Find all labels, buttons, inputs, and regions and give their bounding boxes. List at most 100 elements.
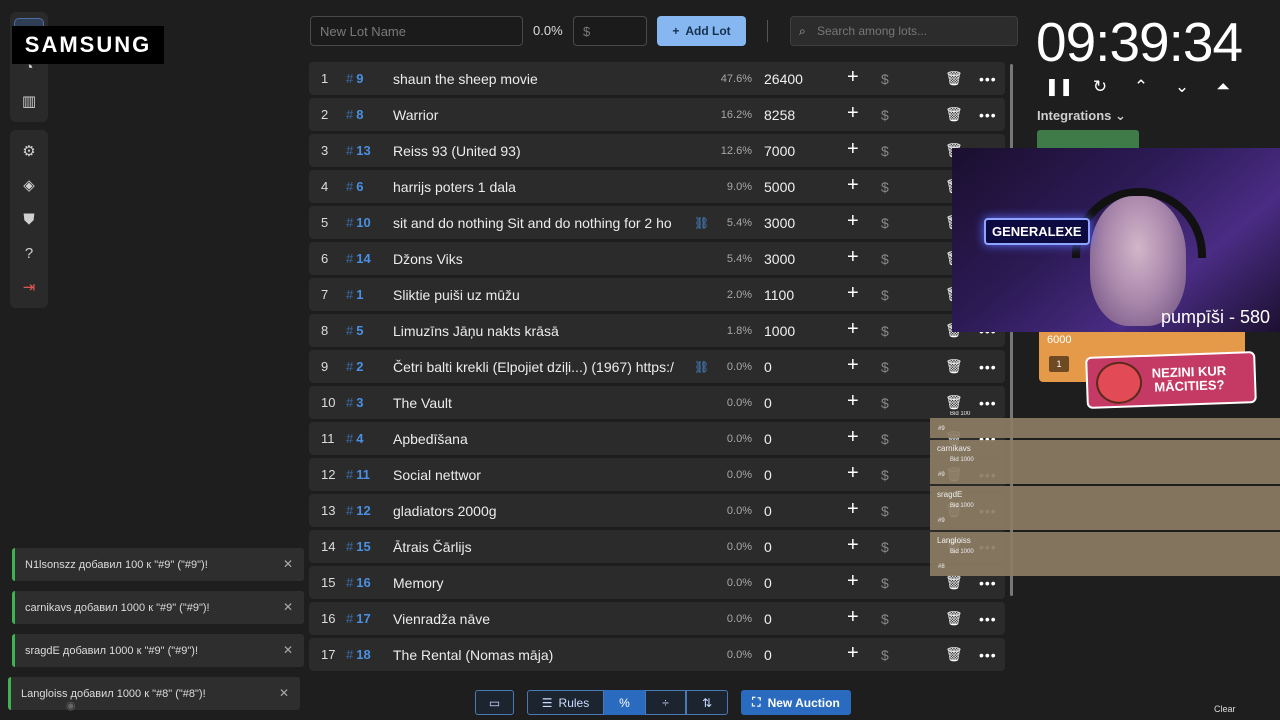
close-icon[interactable]: ✕ (283, 557, 293, 571)
lot-row[interactable]: 13#12gladiators 2000g0.0%0+$🗑••• (309, 494, 1005, 527)
chevron-up-icon[interactable]: ⌃ (1130, 76, 1152, 98)
lot-amount[interactable]: 0 (764, 395, 772, 411)
lot-id[interactable]: #10 (346, 215, 371, 230)
lot-name[interactable]: harrijs poters 1 dala (393, 179, 677, 195)
lot-row[interactable]: 2 #8 Warrior 16.2% 8258 + $ 🗑 ••• (309, 98, 1005, 131)
lot-amount[interactable]: 1000 (764, 323, 795, 339)
percent-toggle-icon[interactable]: % (604, 690, 645, 715)
lot-amount[interactable]: 0 (764, 467, 772, 483)
dollar-icon[interactable]: $ (881, 287, 889, 303)
lot-id[interactable]: #4 (346, 431, 363, 446)
lot-name[interactable]: Ātrais Čārlijs (393, 539, 677, 555)
lot-id[interactable]: #16 (346, 575, 371, 590)
dollar-icon[interactable]: $ (881, 539, 889, 555)
lot-id[interactable]: #12 (346, 503, 371, 518)
trash-icon[interactable]: 🗑 (945, 610, 963, 627)
lot-row[interactable]: 12#11Social nettwor0.0%0+$🗑••• (309, 458, 1005, 491)
lot-amount[interactable]: 0 (764, 539, 772, 555)
lot-amount[interactable]: 0 (764, 359, 772, 375)
lot-amount-input[interactable] (573, 16, 647, 46)
add-lot-button[interactable]: + Add Lot (657, 16, 746, 46)
search-input[interactable] (817, 17, 1013, 45)
close-icon[interactable]: ✕ (283, 643, 293, 657)
dollar-icon[interactable]: $ (881, 467, 889, 483)
chevron-down-icon[interactable]: ⌄ (1171, 76, 1193, 98)
double-chevron-up-icon[interactable]: ⏶ (1212, 76, 1234, 98)
lot-name[interactable]: gladiators 2000g (393, 503, 677, 519)
lot-amount[interactable]: 0 (764, 575, 772, 591)
lot-name[interactable]: Četri balti krekli (Elpojiet dziļi...) (… (393, 359, 677, 375)
lot-id[interactable]: #11 (346, 467, 370, 482)
lot-name[interactable]: sit and do nothing Sit and do nothing fo… (393, 215, 677, 231)
lot-name[interactable]: Social nettwor (393, 467, 677, 483)
lot-row[interactable]: 9 #2 Četri balti krekli (Elpojiet dziļi...… (309, 350, 1005, 383)
add-bid-icon[interactable]: + (847, 390, 859, 413)
save-icon[interactable]: ▭ (475, 690, 514, 715)
more-icon[interactable]: ••• (979, 575, 997, 591)
lot-amount[interactable]: 0 (764, 611, 772, 627)
lot-id[interactable]: #18 (346, 647, 371, 662)
add-bid-icon[interactable]: + (847, 642, 859, 665)
logout-icon[interactable]: ⇥ (14, 272, 44, 302)
lot-id[interactable]: #17 (346, 611, 371, 626)
more-icon[interactable]: ••• (979, 611, 997, 627)
lot-name[interactable]: The Rental (Nomas māja) (393, 647, 677, 663)
add-bid-icon[interactable]: + (847, 426, 859, 449)
dollar-icon[interactable]: $ (881, 215, 889, 231)
lot-name[interactable]: shaun the sheep movie (393, 71, 677, 87)
more-icon[interactable]: ••• (979, 359, 997, 375)
add-bid-icon[interactable]: + (847, 138, 859, 161)
lot-id[interactable]: #9 (346, 71, 363, 86)
close-icon[interactable]: ✕ (283, 600, 293, 614)
more-icon[interactable]: ••• (979, 395, 997, 411)
add-bid-icon[interactable]: + (847, 570, 859, 593)
gear-icon[interactable]: ⚙ (14, 136, 44, 166)
reset-icon[interactable]: ↻ (1089, 76, 1111, 98)
lot-row[interactable]: 16 #17 Vienradža nāve 0.0% 0 + $ 🗑 ••• (309, 602, 1005, 635)
lot-amount[interactable]: 7000 (764, 143, 795, 159)
lot-name[interactable]: Sliktie puiši uz mūžu (393, 287, 677, 303)
integrations-toggle[interactable]: Integrations ⌄ (1037, 108, 1126, 124)
dollar-icon[interactable]: $ (881, 251, 889, 267)
lot-id[interactable]: #3 (346, 395, 363, 410)
dollar-icon[interactable]: $ (881, 107, 889, 123)
lot-row[interactable]: 5 #10 sit and do nothing Sit and do nothin… (309, 206, 1005, 239)
add-bid-icon[interactable]: + (847, 282, 859, 305)
dollar-icon[interactable]: $ (881, 575, 889, 591)
lot-name[interactable]: The Vault (393, 395, 677, 411)
more-icon[interactable]: ••• (979, 71, 997, 87)
add-bid-icon[interactable]: + (847, 318, 859, 341)
layers-icon[interactable]: ◈ (14, 170, 44, 200)
lot-row[interactable]: 6#14Džons Viks5.4%3000+$🗑••• (309, 242, 1005, 275)
lot-amount[interactable]: 5000 (764, 179, 795, 195)
lot-row[interactable]: 8#5Limuzīns Jāņu nakts krāsā1.8%1000+$🗑•… (309, 314, 1005, 347)
add-bid-icon[interactable]: + (847, 498, 859, 521)
lot-id[interactable]: #8 (346, 107, 363, 122)
lot-row[interactable]: 11 #4 Apbedīšana 0.0% 0 + $ 🗑 ••• (309, 422, 1005, 455)
help-icon[interactable]: ? (14, 238, 44, 268)
dollar-icon[interactable]: $ (881, 323, 889, 339)
trash-icon[interactable]: 🗑 (945, 646, 963, 663)
dollar-icon[interactable]: $ (881, 611, 889, 627)
lot-amount[interactable]: 8258 (764, 107, 795, 123)
dollar-icon[interactable]: $ (881, 395, 889, 411)
add-bid-icon[interactable]: + (847, 246, 859, 269)
lot-row[interactable]: 14#15Ātrais Čārlijs0.0%0+$🗑••• (309, 530, 1005, 563)
lot-name[interactable]: Džons Viks (393, 251, 677, 267)
lot-row[interactable]: 1 #9 shaun the sheep movie 47.6% 26400 + $ 🗑 ••• (309, 62, 1005, 95)
lot-row[interactable]: 3#13Reiss 93 (United 93)12.6%7000+$🗑••• (309, 134, 1005, 167)
dollar-icon[interactable]: $ (881, 71, 889, 87)
lot-row[interactable]: 7#1Sliktie puiši uz mūžu2.0%1100+$🗑••• (309, 278, 1005, 311)
lot-name[interactable]: Reiss 93 (United 93) (393, 143, 677, 159)
lot-amount[interactable]: 1100 (764, 287, 794, 303)
dollar-icon[interactable]: $ (881, 179, 889, 195)
add-bid-icon[interactable]: + (847, 462, 859, 485)
lot-amount[interactable]: 0 (764, 503, 772, 519)
more-icon[interactable]: ••• (979, 647, 997, 663)
lot-name[interactable]: Memory (393, 575, 677, 591)
lot-id[interactable]: #13 (346, 143, 371, 158)
add-bid-icon[interactable]: + (847, 354, 859, 377)
trash-icon[interactable]: 🗑 (945, 574, 963, 591)
lot-amount[interactable]: 3000 (764, 251, 795, 267)
trash-icon[interactable]: 🗑 (945, 358, 963, 375)
